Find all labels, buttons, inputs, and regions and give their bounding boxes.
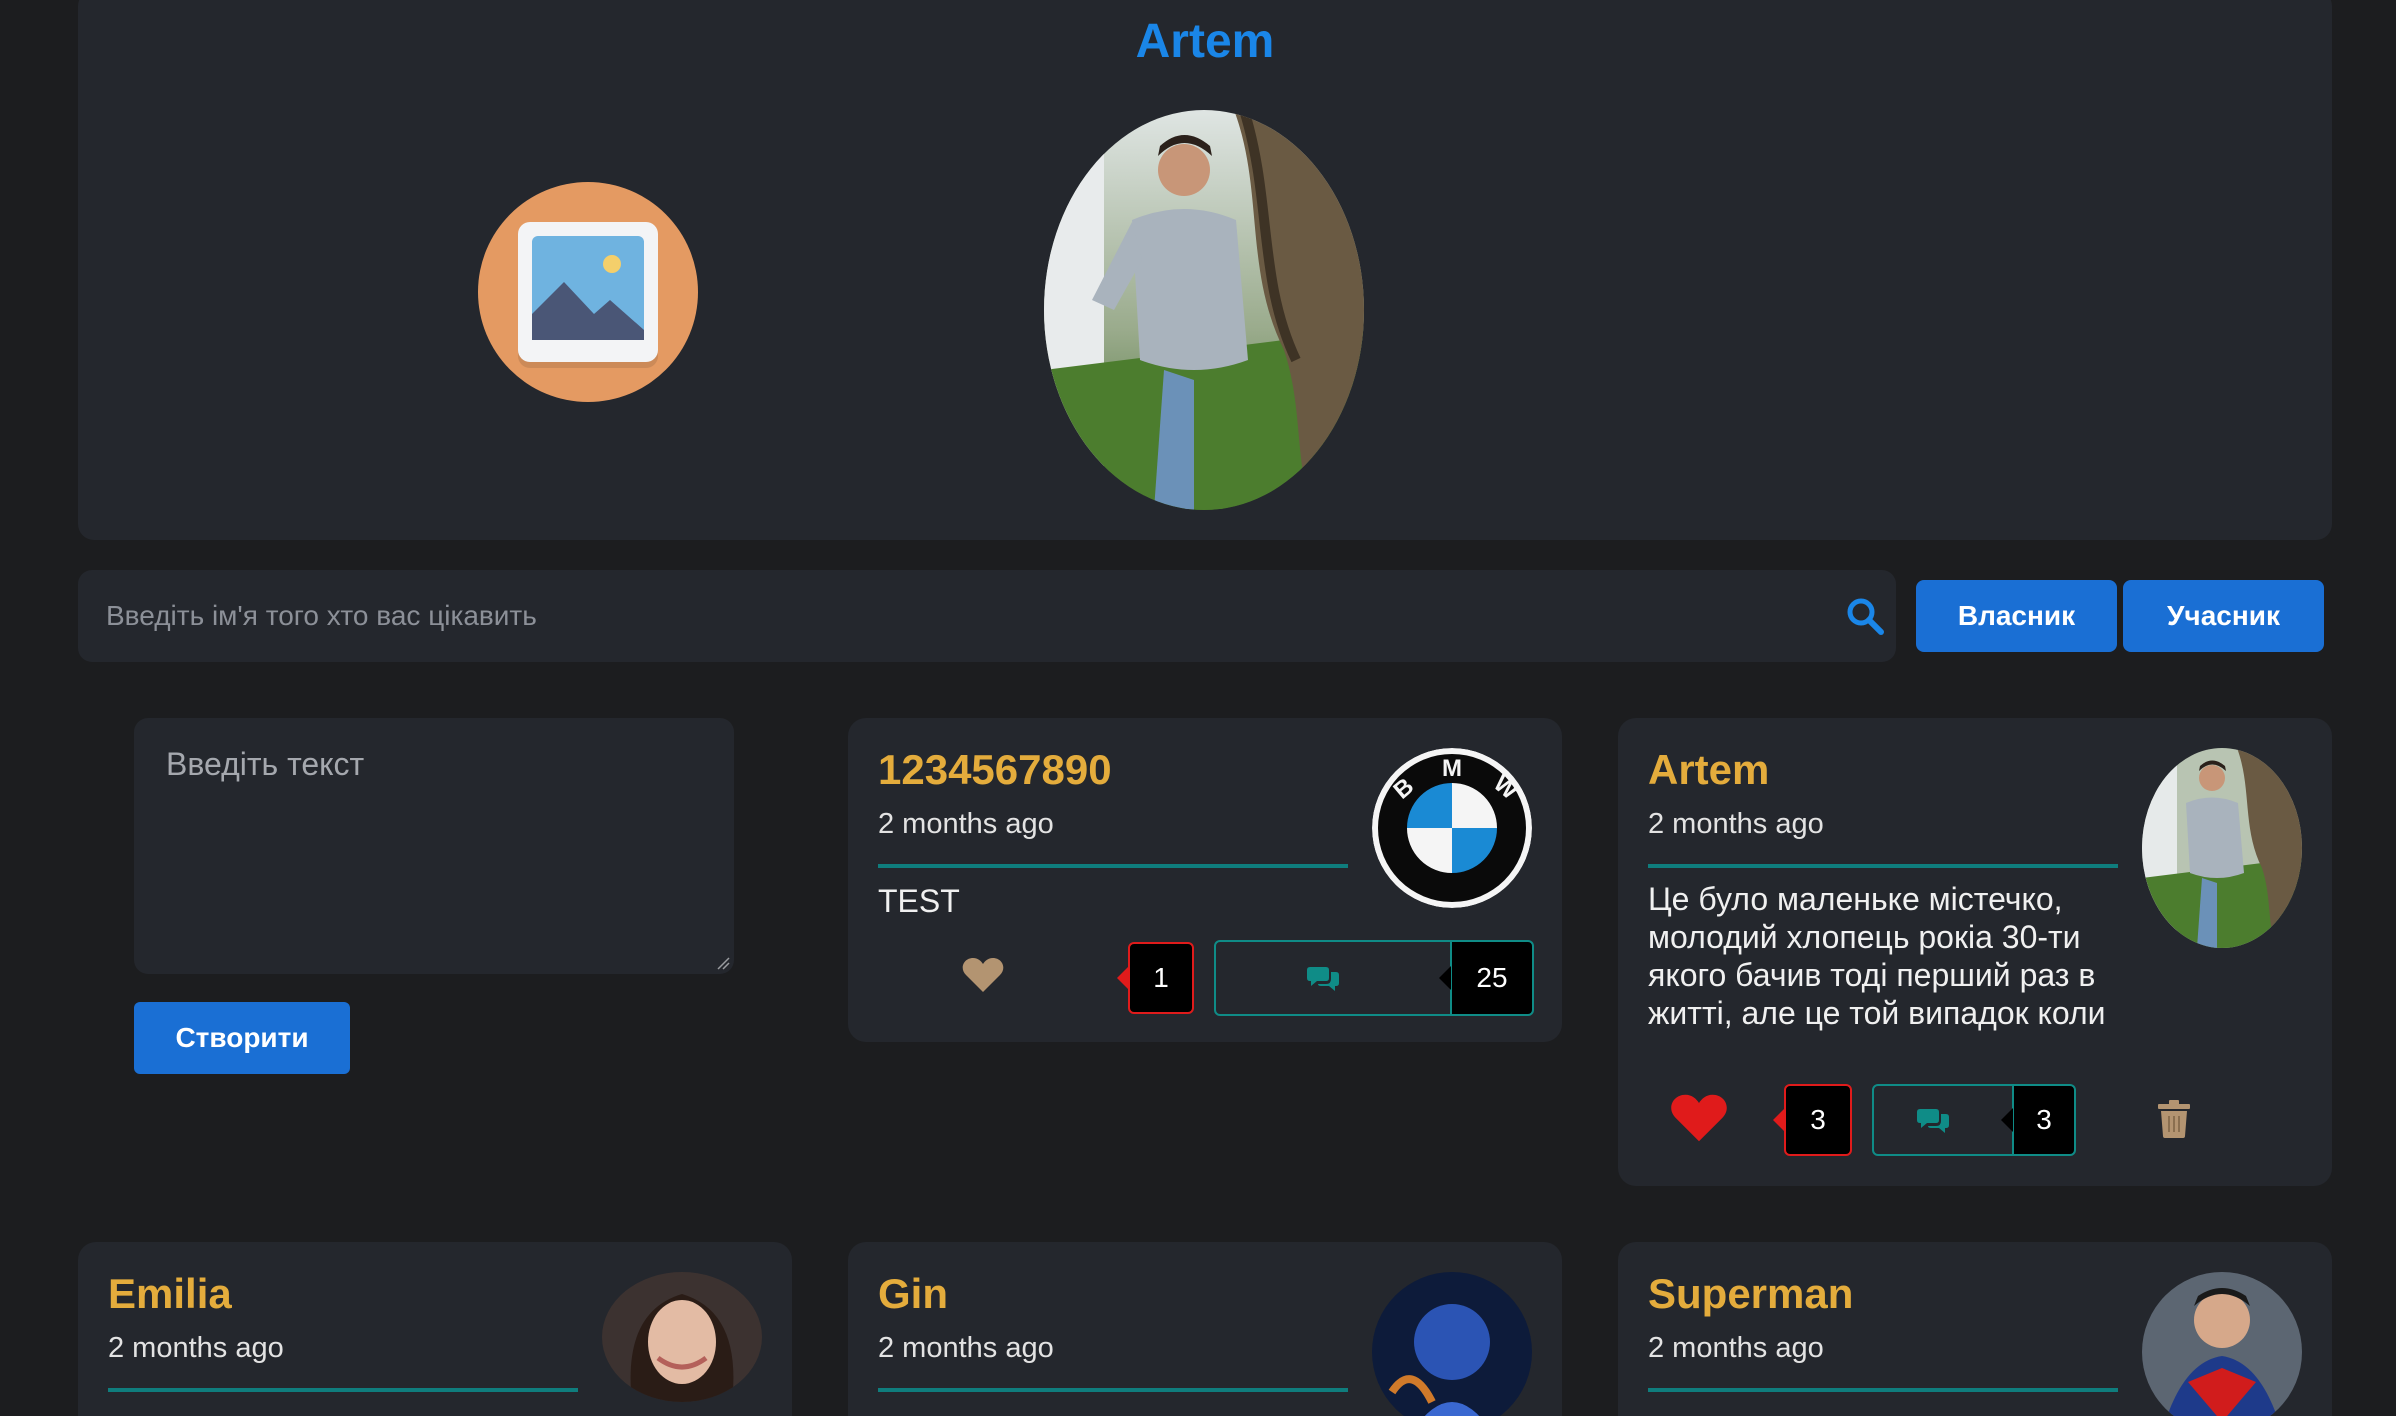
like-heart-icon[interactable]	[1668, 1092, 1730, 1149]
post-avatar[interactable]: B M W	[1372, 748, 1532, 908]
post-time: 2 months ago	[108, 1332, 284, 1364]
comments-button[interactable]: 3	[1872, 1084, 2076, 1156]
comments-count: 3	[2001, 1084, 2076, 1156]
post-card: Gin 2 months ago	[848, 1242, 1562, 1416]
post-time: 2 months ago	[878, 808, 1054, 840]
resize-handle-icon[interactable]	[716, 956, 730, 970]
post-divider	[1648, 864, 2118, 868]
likes-count: 3	[1773, 1084, 1852, 1156]
post-card: Emilia 2 months ago	[78, 1242, 792, 1416]
profile-avatar[interactable]	[1044, 110, 1364, 510]
profile-name: Artem	[1135, 15, 1275, 68]
create-post-button[interactable]: Створити	[134, 1002, 350, 1074]
post-author[interactable]: Superman	[1648, 1270, 1853, 1318]
comments-icon	[1916, 1106, 1950, 1141]
post-time: 2 months ago	[1648, 808, 1824, 840]
post-author[interactable]: Gin	[878, 1270, 948, 1318]
post-text: TEST	[878, 883, 960, 919]
post-author[interactable]: Artem	[1648, 746, 1769, 794]
post-card: Superman 2 months ago	[1618, 1242, 2332, 1416]
comments-button[interactable]: 25	[1214, 940, 1534, 1016]
image-icon	[518, 222, 658, 362]
post-time: 2 months ago	[878, 1332, 1054, 1364]
search-bar	[78, 570, 1896, 662]
post-avatar[interactable]	[2142, 1272, 2302, 1416]
search-icon[interactable]	[1845, 596, 1885, 636]
bmw-logo-icon: B M W	[1372, 748, 1532, 908]
post-divider	[108, 1388, 578, 1392]
comments-count: 25	[1439, 940, 1534, 1016]
likes-count: 1	[1117, 942, 1194, 1014]
post-author[interactable]: 1234567890	[878, 746, 1112, 794]
upload-image-button[interactable]	[478, 182, 698, 402]
post-divider	[878, 864, 1348, 868]
post-text: Це було маленьке містечко, молодий хлопе…	[1648, 881, 2106, 1031]
svg-text:M: M	[1442, 755, 1462, 782]
post-divider	[1648, 1388, 2118, 1392]
comments-icon	[1306, 964, 1340, 999]
profile-header: Artem	[78, 0, 2332, 540]
member-filter-button[interactable]: Учасник	[2123, 580, 2324, 652]
post-text-input[interactable]	[134, 718, 734, 974]
post-time: 2 months ago	[1648, 1332, 1824, 1364]
like-heart-icon[interactable]	[962, 956, 1004, 999]
post-card: Artem 2 months ago Це було маленьке міст…	[1618, 718, 2332, 1186]
post-card: 1234567890 2 months ago B M W TEST 1 25	[848, 718, 1562, 1042]
post-divider	[878, 1388, 1348, 1392]
search-input[interactable]	[106, 570, 1806, 662]
post-avatar[interactable]	[1372, 1272, 1532, 1416]
owner-filter-button[interactable]: Власник	[1916, 580, 2117, 652]
post-avatar[interactable]	[602, 1272, 762, 1402]
post-avatar[interactable]	[2142, 748, 2302, 948]
trash-icon[interactable]	[2158, 1100, 2190, 1143]
post-author[interactable]: Emilia	[108, 1270, 232, 1318]
